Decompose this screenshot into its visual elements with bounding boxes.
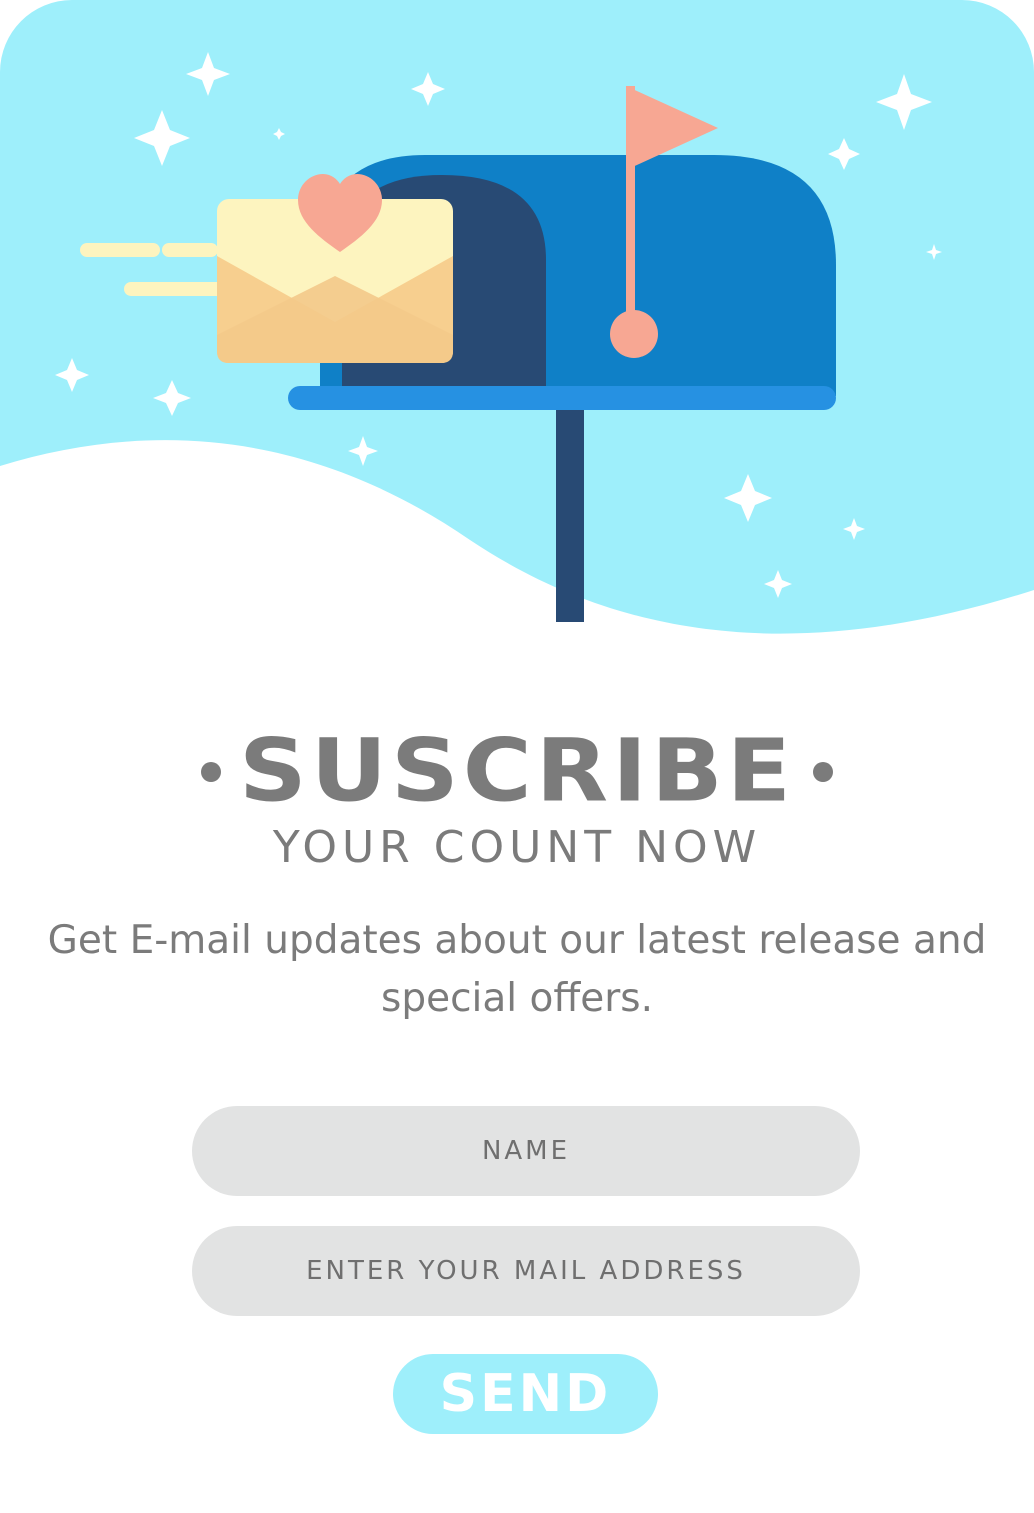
title-row: SUSCRIBE: [0, 712, 1034, 832]
mailbox-post: [556, 400, 584, 622]
page-subtitle: YOUR COUNT NOW: [272, 822, 762, 873]
mailbox-shelf: [288, 386, 836, 410]
description-text: Get E-mail updates about our latest rele…: [47, 918, 987, 1021]
hero-illustration: [0, 0, 1034, 680]
page-title: SUSCRIBE: [239, 721, 795, 822]
title-dot-left: [201, 762, 222, 782]
flag-knob: [610, 310, 658, 358]
send-button[interactable]: SEND: [393, 1354, 658, 1434]
title-dot-right: [812, 762, 833, 782]
subscribe-card: SUSCRIBE YOUR COUNT NOW Get E-mail updat…: [0, 0, 1034, 1513]
name-field[interactable]: [192, 1106, 860, 1196]
email-field[interactable]: [192, 1226, 860, 1316]
